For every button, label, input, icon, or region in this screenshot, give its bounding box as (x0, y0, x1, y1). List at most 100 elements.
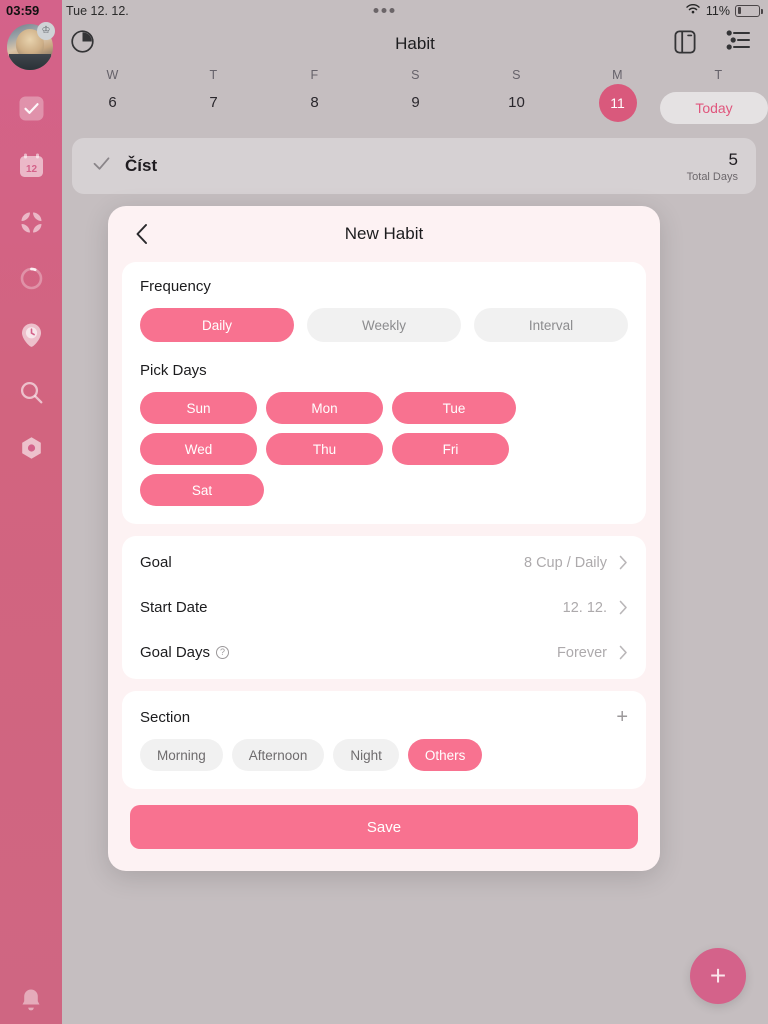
calendar-12-icon: 12 (18, 152, 45, 179)
clock-pin-icon (19, 322, 44, 349)
day-pill-tue[interactable]: Tue (392, 392, 516, 424)
help-question-icon[interactable]: ? (216, 646, 230, 659)
frequency-label: Frequency (140, 278, 211, 295)
modal-title: New Habit (344, 224, 424, 243)
frequency-card: Frequency Daily Weekly Interval Pick Day… (122, 262, 646, 524)
top-bar: Habit (62, 22, 768, 66)
status-time: 03:59 (6, 3, 40, 18)
chevron-right-icon (619, 600, 628, 615)
week-dow: S (512, 68, 521, 82)
week-strip: W6 T7 F8 S9 S 10 M 11 T Today (62, 68, 768, 130)
filter-sliders-icon[interactable] (726, 29, 750, 60)
week-dow: W (106, 68, 119, 82)
week-num: 11 (598, 84, 637, 122)
sidebar-item-progress[interactable] (11, 258, 51, 298)
sidebar-toggle-icon[interactable] (674, 29, 696, 60)
section-label: Section (140, 708, 191, 726)
week-day-4[interactable]: S 10 (466, 68, 567, 111)
pie-clock-icon[interactable] (70, 29, 95, 59)
day-pill-fri[interactable]: Fri (392, 433, 509, 465)
frequency-options: Daily Weekly Interval (140, 308, 628, 342)
search-icon (19, 380, 44, 405)
day-pill-thu[interactable]: Thu (266, 433, 383, 465)
section-header: Section + (140, 707, 628, 727)
week-day-3[interactable]: S9 (365, 68, 466, 111)
chevron-right-icon (619, 645, 628, 660)
goal-label: Goal (140, 554, 172, 571)
svg-text:12: 12 (25, 164, 37, 175)
pick-days-options: Sun Mon Tue Wed Thu Fri Sat (140, 392, 628, 506)
start-date-value: 12. 12. (562, 599, 607, 616)
status-date: Tue 12. 12. (66, 4, 129, 18)
week-num: 6 (108, 94, 117, 111)
top-bar-actions (674, 29, 750, 60)
section-card: Section + Morning Afternoon Night Others (122, 691, 646, 789)
sidebar-item-habit[interactable] (11, 88, 51, 128)
sidebar-item-calendar[interactable]: 12 (11, 145, 51, 185)
crown-icon: ♔ (37, 22, 55, 40)
start-date-row[interactable]: Start Date 12. 12. (140, 585, 628, 630)
today-button[interactable]: Today (660, 92, 768, 124)
frequency-option-interval[interactable]: Interval (474, 308, 628, 342)
section-chip-others[interactable]: Others (407, 739, 483, 771)
sidebar-item-widgets[interactable] (11, 202, 51, 242)
week-num: 8 (310, 94, 319, 111)
section-chip-night[interactable]: Night (333, 739, 399, 771)
goal-days-label: Goal Days (140, 644, 211, 661)
modal-header: New Habit (108, 206, 660, 262)
sidebar: ♔ 12 (0, 0, 62, 1024)
wifi-icon (685, 3, 701, 18)
page-title: Habit (395, 34, 435, 53)
sidebar-item-search[interactable] (11, 372, 51, 412)
sidebar-item-timer[interactable] (11, 315, 51, 355)
week-day-0[interactable]: W6 (62, 68, 163, 111)
day-pill-sun[interactable]: Sun (140, 392, 257, 424)
day-pill-mon[interactable]: Mon (266, 392, 383, 424)
day-pill-sat[interactable]: Sat (140, 474, 264, 506)
week-dow: T (209, 68, 218, 82)
section-chip-morning[interactable]: Morning (140, 739, 223, 771)
habit-stats: 5 Total Days (687, 150, 738, 183)
goal-days-label-group: Goal Days ? (140, 644, 230, 661)
start-date-label: Start Date (140, 599, 208, 616)
pick-days-label: Pick Days (140, 362, 207, 379)
week-dow: M (612, 68, 623, 82)
frequency-option-weekly[interactable]: Weekly (307, 308, 461, 342)
progress-ring-icon (19, 266, 44, 291)
sidebar-item-notifications[interactable] (11, 980, 51, 1020)
day-pill-wed[interactable]: Wed (140, 433, 257, 465)
battery-percent: 11% (705, 3, 730, 18)
week-dow: T (714, 68, 723, 82)
frequency-option-daily[interactable]: Daily (140, 308, 294, 342)
add-habit-fab[interactable]: + (690, 948, 746, 1004)
new-habit-modal: New Habit Frequency Daily Weekly Interva… (108, 206, 660, 871)
week-num: 9 (411, 94, 420, 111)
grid-four-petals-icon (19, 210, 44, 235)
goal-days-value: Forever (557, 644, 607, 661)
sidebar-item-settings[interactable] (11, 429, 51, 469)
goal-days-row[interactable]: Goal Days ? Forever (140, 630, 628, 675)
week-num: 10 (508, 94, 525, 111)
habit-total-count: 5 (728, 149, 738, 169)
week-day-2[interactable]: F8 (264, 68, 365, 111)
plus-icon: + (709, 960, 727, 991)
add-section-plus-icon[interactable]: + (616, 707, 628, 727)
habit-row[interactable]: Číst 5 Total Days (72, 138, 756, 194)
check-icon[interactable] (92, 154, 111, 178)
week-day-6[interactable]: T (668, 68, 768, 94)
goal-row[interactable]: Goal 8 Cup / Daily (140, 540, 628, 585)
status-bar: 03:59 Tue 12. 12. 11% (0, 0, 768, 22)
hexagon-gear-icon (19, 436, 44, 462)
goal-value: 8 Cup / Daily (523, 554, 607, 571)
save-button[interactable]: Save (130, 805, 638, 849)
section-chip-afternoon[interactable]: Afternoon (231, 739, 325, 771)
battery-low-icon (735, 4, 763, 17)
week-day-1[interactable]: T7 (163, 68, 264, 111)
week-dow: F (310, 68, 319, 82)
week-day-5-selected[interactable]: M 11 (567, 68, 668, 122)
chevron-left-icon[interactable] (128, 220, 156, 248)
week-dow: S (411, 68, 420, 82)
avatar[interactable]: ♔ (7, 22, 55, 70)
status-right-group: 11% (685, 3, 763, 18)
bell-icon (20, 988, 42, 1012)
